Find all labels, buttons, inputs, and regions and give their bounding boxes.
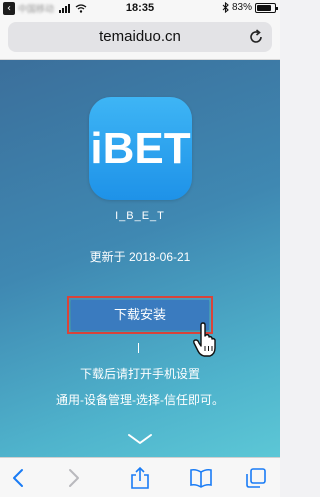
bluetooth-icon — [222, 2, 229, 13]
share-button[interactable] — [128, 466, 152, 490]
tabs-button[interactable] — [244, 466, 268, 490]
instruction-line-1: 下载后请打开手机设置 — [79, 367, 200, 381]
battery-percent: 83% — [231, 2, 252, 13]
back-arrow-icon — [13, 469, 23, 487]
back-button[interactable] — [6, 466, 30, 490]
browser-toolbar — [0, 457, 280, 497]
reload-icon[interactable] — [248, 29, 264, 45]
install-button[interactable]: 下载安装 — [71, 300, 209, 330]
address-bar[interactable]: temaiduo.cn — [8, 22, 272, 52]
bookmarks-button[interactable] — [189, 466, 213, 490]
url-text: temaiduo.cn — [99, 28, 181, 45]
chevron-down-icon[interactable] — [127, 432, 153, 446]
forward-arrow-icon — [69, 469, 79, 487]
book-icon — [190, 468, 212, 488]
browser-address-area: temaiduo.cn — [0, 18, 280, 60]
battery-fill — [257, 4, 272, 11]
app-icon: iBET — [89, 97, 192, 200]
instruction-line-2: 通用-设备管理-选择-信任即可。 — [56, 393, 224, 407]
app-name: I_B_E_T — [115, 210, 165, 222]
tabs-icon — [246, 468, 266, 488]
battery-icon — [255, 2, 278, 13]
update-date: 更新于 2018-06-21 — [89, 250, 191, 264]
forward-button[interactable] — [62, 466, 86, 490]
share-icon — [131, 466, 149, 489]
download-page: iBET I_B_E_T 更新于 2018-06-21 下载安装 下载后请打开手… — [0, 60, 280, 457]
hand-pointer-icon — [193, 322, 216, 357]
text-cursor — [138, 343, 139, 353]
status-right: 83% — [222, 2, 278, 13]
status-bar: ‹ 中国移动 18:35 83% — [0, 0, 280, 18]
